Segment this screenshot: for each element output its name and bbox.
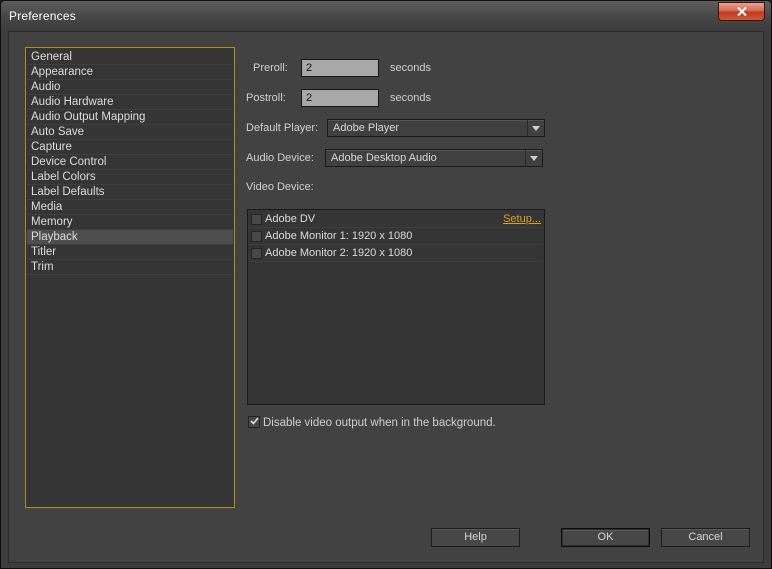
disable-background-label[interactable]: Disable video output when in the backgro… bbox=[263, 417, 496, 429]
checkmark-icon bbox=[249, 416, 259, 428]
close-button[interactable] bbox=[718, 2, 765, 21]
sidebar-item-titler[interactable]: Titler bbox=[27, 245, 233, 260]
audio-device-value: Adobe Desktop Audio bbox=[331, 152, 437, 164]
sidebar-item-audio-output-mapping[interactable]: Audio Output Mapping bbox=[27, 110, 233, 125]
chevron-down-icon bbox=[525, 150, 542, 166]
default-player-value: Adobe Player bbox=[333, 122, 400, 134]
list-item: Adobe DV Setup... bbox=[249, 211, 543, 228]
postroll-unit: seconds bbox=[390, 92, 431, 104]
adobe-monitor-2-checkbox[interactable] bbox=[251, 248, 262, 259]
cancel-button[interactable]: Cancel bbox=[661, 528, 750, 547]
title-bar[interactable]: Preferences bbox=[1, 1, 771, 31]
window-title: Preferences bbox=[9, 9, 76, 23]
sidebar-item-device-control[interactable]: Device Control bbox=[27, 155, 233, 170]
sidebar-item-label-colors[interactable]: Label Colors bbox=[27, 170, 233, 185]
category-list: General Appearance Audio Audio Hardware … bbox=[25, 47, 235, 508]
sidebar-item-audio-hardware[interactable]: Audio Hardware bbox=[27, 95, 233, 110]
ok-button[interactable]: OK bbox=[561, 528, 650, 547]
preroll-unit: seconds bbox=[390, 62, 431, 74]
default-player-label: Default Player: bbox=[246, 122, 319, 134]
sidebar-item-auto-save[interactable]: Auto Save bbox=[27, 125, 233, 140]
sidebar-item-memory[interactable]: Memory bbox=[27, 215, 233, 230]
sidebar-item-capture[interactable]: Capture bbox=[27, 140, 233, 155]
disable-background-checkbox[interactable] bbox=[248, 416, 260, 428]
default-player-select[interactable]: Adobe Player bbox=[327, 119, 545, 137]
sidebar-item-trim[interactable]: Trim bbox=[27, 260, 233, 275]
preroll-input[interactable] bbox=[301, 59, 379, 77]
adobe-monitor-1-checkbox[interactable] bbox=[251, 231, 262, 242]
list-item: Adobe Monitor 2: 1920 x 1080 bbox=[249, 245, 543, 262]
sidebar-item-general[interactable]: General bbox=[27, 50, 233, 65]
dialog-content: General Appearance Audio Audio Hardware … bbox=[8, 31, 764, 563]
sidebar-item-label-defaults[interactable]: Label Defaults bbox=[27, 185, 233, 200]
list-item: Adobe Monitor 1: 1920 x 1080 bbox=[249, 228, 543, 245]
device-label: Adobe Monitor 2: 1920 x 1080 bbox=[265, 247, 413, 259]
video-device-label: Video Device: bbox=[246, 181, 314, 193]
close-icon bbox=[736, 7, 747, 16]
chevron-down-icon bbox=[527, 120, 544, 136]
preroll-label: Preroll: bbox=[253, 62, 288, 74]
sidebar-item-appearance[interactable]: Appearance bbox=[27, 65, 233, 80]
sidebar-item-playback[interactable]: Playback bbox=[27, 230, 233, 245]
video-device-list: Adobe DV Setup... Adobe Monitor 1: 1920 … bbox=[247, 209, 545, 405]
sidebar-item-audio[interactable]: Audio bbox=[27, 80, 233, 95]
device-label: Adobe DV bbox=[265, 213, 316, 225]
preferences-window: Preferences General Appearance Audio Aud… bbox=[0, 0, 772, 569]
postroll-input[interactable] bbox=[301, 89, 379, 107]
audio-device-label: Audio Device: bbox=[246, 152, 314, 164]
postroll-label: Postroll: bbox=[246, 92, 286, 104]
help-button[interactable]: Help bbox=[431, 528, 520, 547]
sidebar-item-media[interactable]: Media bbox=[27, 200, 233, 215]
audio-device-select[interactable]: Adobe Desktop Audio bbox=[325, 149, 543, 167]
setup-link[interactable]: Setup... bbox=[503, 213, 541, 225]
device-label: Adobe Monitor 1: 1920 x 1080 bbox=[265, 230, 413, 242]
adobe-dv-checkbox[interactable] bbox=[251, 214, 262, 225]
